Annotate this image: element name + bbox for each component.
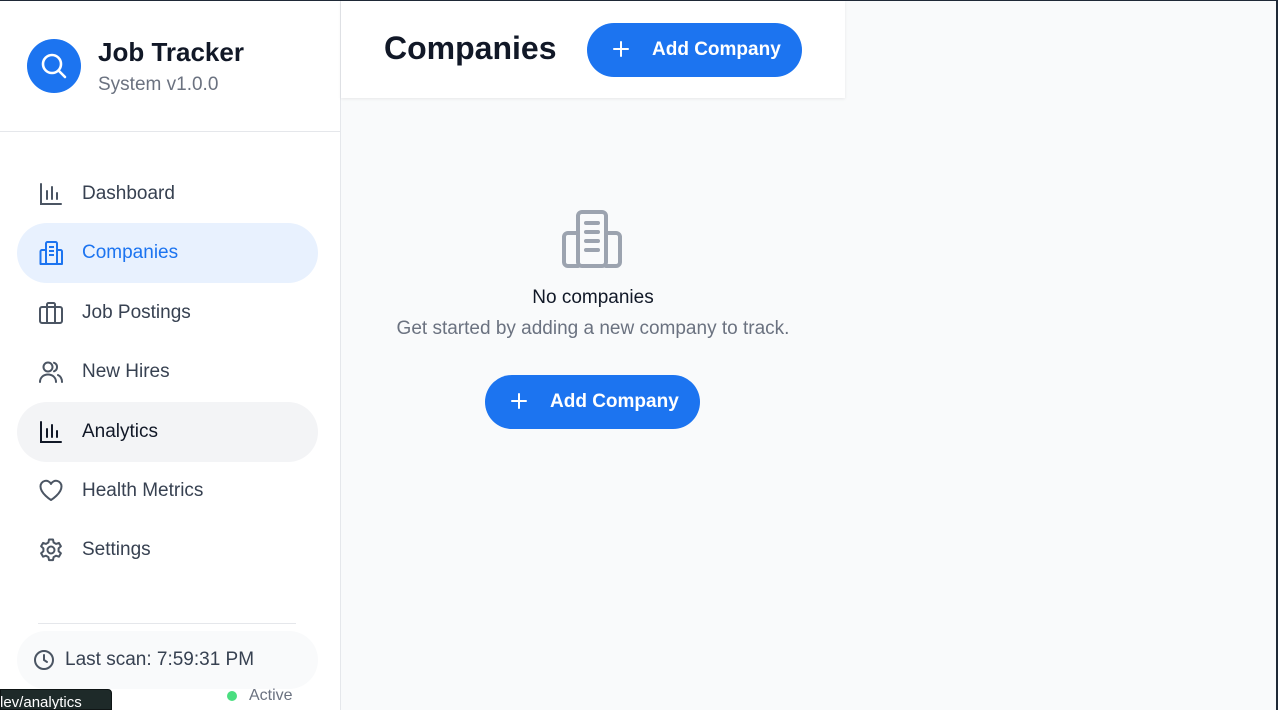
link-url-text: dev/analytics	[0, 694, 82, 710]
window-right-border	[1276, 0, 1285, 710]
sidebar-item-label: Analytics	[82, 421, 159, 442]
add-company-label: Add Company	[652, 39, 781, 60]
add-company-button[interactable]: Add Company	[587, 23, 802, 77]
empty-state-description: Get started by adding a new company to t…	[396, 318, 790, 339]
sidebar-item-label: Settings	[82, 539, 151, 560]
users-icon	[38, 359, 64, 385]
link-url-tooltip: dev/analytics	[0, 689, 112, 710]
search-logo-icon	[27, 39, 81, 93]
building-icon	[561, 209, 623, 269]
sidebar-item-label: Companies	[82, 242, 179, 263]
sidebar-item-label: New Hires	[82, 361, 170, 382]
sidebar-item-health-metrics[interactable]: Health Metrics	[17, 461, 318, 521]
sidebar-item-companies[interactable]: Companies	[17, 223, 318, 283]
status-text: Active	[249, 687, 293, 704]
last-scan-text: Last scan: 7:59:31 PM	[65, 649, 255, 670]
clock-icon	[33, 649, 55, 671]
sidebar-item-label: Dashboard	[82, 183, 175, 204]
status-indicator: Active	[227, 687, 293, 705]
sidebar-item-new-hires[interactable]: New Hires	[17, 342, 318, 402]
sidebar-item-dashboard[interactable]: Dashboard	[17, 164, 318, 224]
briefcase-icon	[38, 300, 64, 326]
app-title: Job Tracker	[98, 37, 244, 67]
main-content: Companies Add Company No companies Get s…	[341, 1, 1276, 710]
gear-icon	[38, 537, 64, 563]
sidebar-item-label: Job Postings	[82, 302, 191, 323]
heart-icon	[38, 478, 64, 504]
empty-state-title: No companies	[532, 287, 654, 308]
page-title: Companies	[384, 30, 557, 66]
bar-chart-icon	[38, 181, 64, 207]
add-company-label: Add Company	[550, 391, 679, 412]
bar-chart-icon	[38, 419, 64, 445]
building-icon	[38, 240, 64, 266]
page-header: Companies Add Company	[341, 1, 845, 98]
plus-icon	[611, 39, 631, 59]
sidebar-item-analytics[interactable]: Analytics	[17, 402, 318, 462]
app-version: System v1.0.0	[98, 74, 219, 95]
brand-header: Job Tracker System v1.0.0	[0, 1, 340, 132]
sidebar-divider	[38, 623, 296, 624]
sidebar: Job Tracker System v1.0.0 Dashboard Comp…	[0, 1, 341, 710]
sidebar-item-job-postings[interactable]: Job Postings	[17, 283, 318, 343]
status-dot-icon	[227, 691, 237, 701]
sidebar-item-label: Health Metrics	[82, 480, 204, 501]
sidebar-item-settings[interactable]: Settings	[17, 520, 318, 580]
last-scan-panel: Last scan: 7:59:31 PM	[17, 631, 318, 689]
empty-state-add-company-button[interactable]: Add Company	[485, 375, 700, 429]
plus-icon	[509, 391, 529, 411]
